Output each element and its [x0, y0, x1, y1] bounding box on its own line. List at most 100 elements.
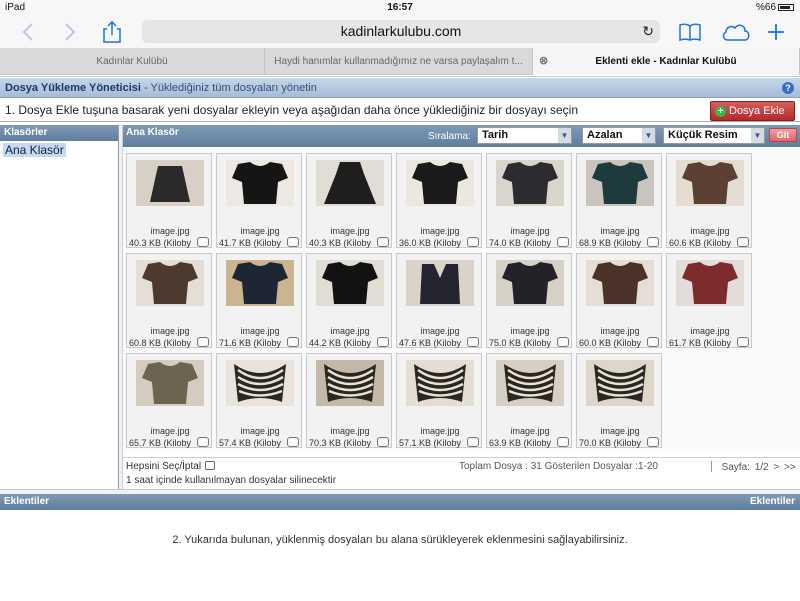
file-thumbnail[interactable]: [496, 160, 564, 206]
file-select-checkbox[interactable]: [737, 337, 749, 347]
file-size: 40.3 KB (Kiloby: [309, 238, 372, 248]
file-thumbnail[interactable]: [316, 160, 384, 206]
reload-icon[interactable]: ↻: [642, 20, 654, 43]
file-select-checkbox[interactable]: [557, 237, 569, 247]
file-select-checkbox[interactable]: [647, 337, 659, 347]
garment-image: [232, 262, 288, 304]
file-select-checkbox[interactable]: [467, 437, 479, 447]
file-select-checkbox[interactable]: [197, 337, 209, 347]
garment-image: [682, 262, 738, 304]
file-tile[interactable]: image.jpg 60.6 KB (Kiloby: [666, 153, 752, 248]
file-thumbnail[interactable]: [226, 360, 294, 406]
file-size: 41.7 KB (Kiloby: [219, 238, 282, 248]
file-thumbnail[interactable]: [136, 360, 204, 406]
file-select-checkbox[interactable]: [647, 437, 659, 447]
file-size: 57.4 KB (Kiloby: [219, 438, 282, 448]
file-thumbnail[interactable]: [676, 160, 744, 206]
upload-manager: Dosya Yükleme Yöneticisi - Yüklediğiniz …: [0, 76, 800, 601]
file-thumbnail[interactable]: [316, 360, 384, 406]
file-tile[interactable]: image.jpg 36.0 KB (Kiloby: [396, 153, 482, 248]
file-thumbnail[interactable]: [496, 260, 564, 306]
sort-field-value: Tarih: [482, 129, 509, 141]
manager-subtitle: - Yüklediğiniz tüm dosyaları yönetin: [144, 82, 317, 94]
file-tile[interactable]: image.jpg 57.1 KB (Kiloby: [396, 353, 482, 448]
file-tile[interactable]: image.jpg 70.3 KB (Kiloby: [306, 353, 392, 448]
sort-field-select[interactable]: Tarih ▼: [477, 127, 572, 144]
file-thumbnail[interactable]: [586, 360, 654, 406]
cloud-tabs-icon[interactable]: [720, 20, 752, 44]
file-size: 74.0 KB (Kiloby: [489, 238, 552, 248]
select-all-checkbox[interactable]: [205, 461, 216, 470]
file-thumbnail[interactable]: [406, 260, 474, 306]
file-tile[interactable]: image.jpg 68.9 KB (Kiloby: [576, 153, 662, 248]
file-select-checkbox[interactable]: [737, 237, 749, 247]
file-thumbnail[interactable]: [316, 260, 384, 306]
file-tile[interactable]: image.jpg 61.7 KB (Kiloby: [666, 253, 752, 348]
file-thumbnail[interactable]: [676, 260, 744, 306]
next-page-link[interactable]: >: [773, 462, 779, 473]
file-tile[interactable]: image.jpg 71.6 KB (Kiloby: [216, 253, 302, 348]
tab-eklenti-ekle[interactable]: ⊗ Eklenti ekle - Kadınlar Kulübü: [533, 48, 800, 75]
view-mode-select[interactable]: Küçük Resim ▼: [663, 127, 765, 144]
last-page-link[interactable]: >>: [784, 462, 796, 473]
select-all-toggle[interactable]: Hepsini Seç/İptal: [126, 461, 216, 472]
file-tile[interactable]: image.jpg 65.7 KB (Kiloby: [126, 353, 212, 448]
file-thumbnail[interactable]: [226, 260, 294, 306]
file-thumbnail[interactable]: [406, 360, 474, 406]
file-tile[interactable]: image.jpg 63.9 KB (Kiloby: [486, 353, 572, 448]
file-select-checkbox[interactable]: [557, 437, 569, 447]
file-thumbnail[interactable]: [226, 160, 294, 206]
garment-image: [414, 364, 466, 402]
file-tile[interactable]: image.jpg 40.3 KB (Kiloby: [126, 153, 212, 248]
file-tile[interactable]: image.jpg 40.3 KB (Kiloby: [306, 153, 392, 248]
file-tile[interactable]: image.jpg 57.4 KB (Kiloby: [216, 353, 302, 448]
forward-icon[interactable]: [58, 20, 82, 44]
back-icon[interactable]: [16, 20, 40, 44]
file-thumbnail[interactable]: [496, 360, 564, 406]
file-select-checkbox[interactable]: [557, 337, 569, 347]
address-bar[interactable]: kadinlarkulubu.com ↻: [142, 20, 660, 43]
file-tile[interactable]: image.jpg 60.8 KB (Kiloby: [126, 253, 212, 348]
tab-kadinlar-kulubu[interactable]: Kadınlar Kulübü: [0, 48, 265, 75]
file-thumbnail[interactable]: [136, 260, 204, 306]
help-icon[interactable]: ?: [782, 82, 794, 94]
file-tile[interactable]: image.jpg 75.0 KB (Kiloby: [486, 253, 572, 348]
file-name: image.jpg: [150, 226, 190, 236]
attachments-drop-zone[interactable]: 2. Yukarıda bulunan, yüklenmiş dosyaları…: [0, 510, 800, 601]
file-tile[interactable]: image.jpg 41.7 KB (Kiloby: [216, 153, 302, 248]
sort-order-select[interactable]: Azalan ▼: [582, 127, 656, 144]
file-select-checkbox[interactable]: [467, 337, 479, 347]
add-file-button[interactable]: + Dosya Ekle: [710, 101, 795, 121]
tab-active-label: Eklenti ekle - Kadınlar Kulübü: [595, 56, 737, 67]
file-thumbnail[interactable]: [586, 160, 654, 206]
file-select-checkbox[interactable]: [197, 237, 209, 247]
file-select-checkbox[interactable]: [377, 437, 389, 447]
file-thumbnail[interactable]: [406, 160, 474, 206]
file-select-checkbox[interactable]: [287, 337, 299, 347]
close-tab-icon[interactable]: ⊗: [539, 48, 548, 75]
file-thumbnail[interactable]: [586, 260, 654, 306]
share-icon[interactable]: [100, 20, 124, 44]
file-tile[interactable]: image.jpg 47.6 KB (Kiloby: [396, 253, 482, 348]
file-select-checkbox[interactable]: [377, 337, 389, 347]
go-button[interactable]: Git: [769, 128, 797, 142]
file-select-checkbox[interactable]: [467, 237, 479, 247]
file-select-checkbox[interactable]: [197, 437, 209, 447]
tab-haydi-hanimlar[interactable]: Haydi hanımlar kullanmadığımız ne varsa …: [265, 48, 533, 75]
file-select-checkbox[interactable]: [647, 237, 659, 247]
file-tile[interactable]: image.jpg 44.2 KB (Kiloby: [306, 253, 392, 348]
file-tile[interactable]: image.jpg 74.0 KB (Kiloby: [486, 153, 572, 248]
file-select-checkbox[interactable]: [287, 437, 299, 447]
browser-toolbar: kadinlarkulubu.com ↻: [0, 16, 800, 48]
file-size: 40.3 KB (Kiloby: [129, 238, 192, 248]
file-thumbnail[interactable]: [136, 160, 204, 206]
new-tab-icon[interactable]: [764, 20, 788, 44]
file-select-checkbox[interactable]: [377, 237, 389, 247]
folder-item-ana-klasor[interactable]: Ana Klasör: [3, 143, 66, 157]
file-size: 63.9 KB (Kiloby: [489, 438, 552, 448]
file-tile[interactable]: image.jpg 70.0 KB (Kiloby: [576, 353, 662, 448]
bookmarks-icon[interactable]: [678, 20, 702, 44]
file-select-checkbox[interactable]: [287, 237, 299, 247]
file-tile[interactable]: image.jpg 60.0 KB (Kiloby: [576, 253, 662, 348]
file-name: image.jpg: [330, 426, 370, 436]
